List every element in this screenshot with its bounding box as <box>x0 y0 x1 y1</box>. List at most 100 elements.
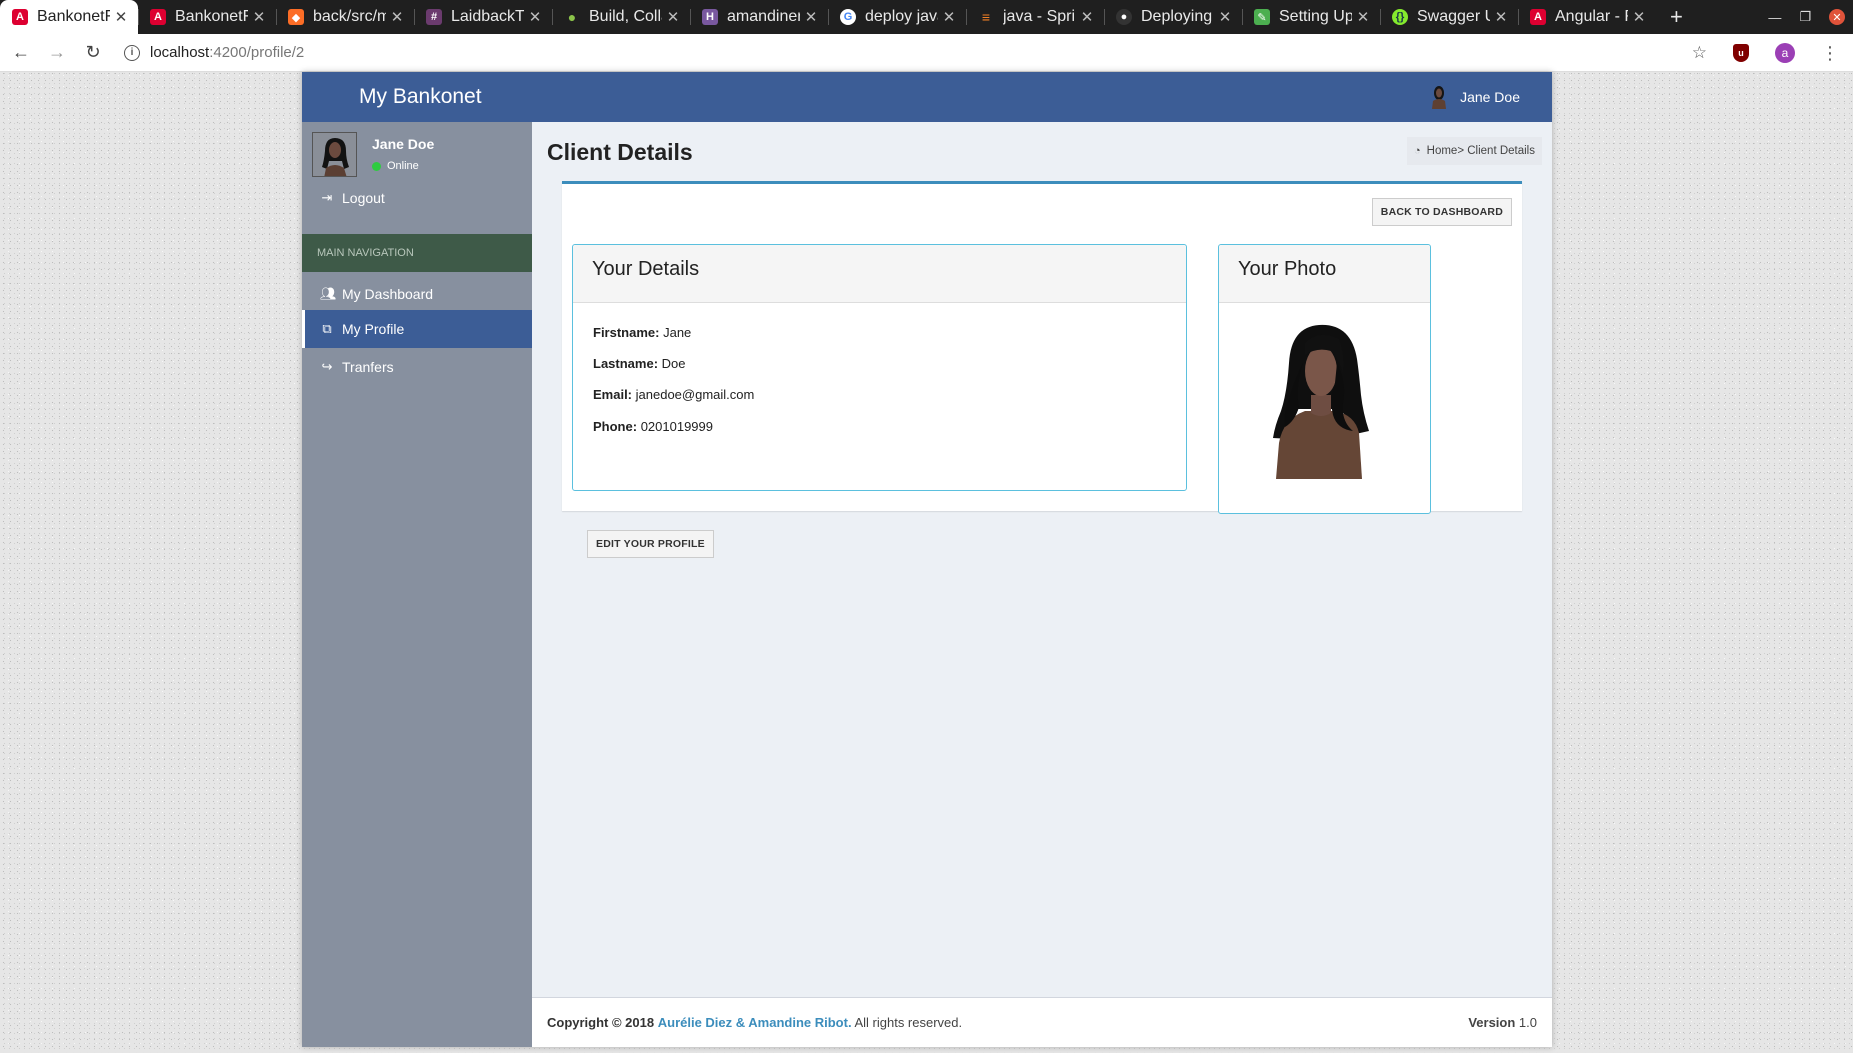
user-name: Jane Doe <box>1460 89 1520 105</box>
minimize-icon[interactable]: — <box>1768 10 1781 25</box>
profile-icon: ⧉ <box>322 321 332 336</box>
new-tab-button[interactable]: + <box>1656 0 1697 34</box>
close-icon[interactable]: ✕ <box>942 8 956 26</box>
window-close-icon[interactable]: ✕ <box>1829 9 1845 25</box>
stackoverflow-icon: ≡ <box>981 9 991 25</box>
sidebar-item-profile[interactable]: ⧉ My Profile <box>302 310 532 348</box>
star-icon[interactable]: ☆ <box>1692 43 1707 63</box>
tab-label: BankonetF <box>175 8 248 25</box>
field-email: Email: janedoe@gmail.com <box>593 387 754 402</box>
sidebar-item-label: Logout <box>342 190 385 206</box>
edit-profile-button[interactable]: EDIT YOUR PROFILE <box>587 530 714 558</box>
close-icon[interactable]: ✕ <box>528 8 542 26</box>
browser-tab-3[interactable]: ◆ back/src/m ✕ <box>276 0 414 34</box>
tab-label: deploy java <box>865 8 938 25</box>
forward-arrow-icon[interactable]: → <box>42 42 72 63</box>
status-badge: Online <box>372 160 434 172</box>
swagger-icon: {} <box>1392 9 1408 25</box>
tab-label: java - Sprin <box>1003 8 1076 25</box>
close-icon[interactable]: ✕ <box>114 8 128 26</box>
close-icon[interactable]: ✕ <box>666 8 680 26</box>
angular-icon: A <box>150 9 166 25</box>
close-icon[interactable]: ✕ <box>1494 8 1508 26</box>
version-label: Version <box>1468 1015 1516 1030</box>
client-details-box: BACK TO DASHBOARD Your Details Firstname… <box>562 181 1522 558</box>
sidebar-item-transfers[interactable]: ↪ Tranfers <box>302 348 532 386</box>
ublock-icon[interactable]: u <box>1733 44 1749 62</box>
tab-label: amandiner <box>727 8 800 25</box>
url-path: :4200/profile/2 <box>209 44 305 61</box>
field-value: 0201019999 <box>640 419 713 434</box>
sidebar-item-label: Tranfers <box>342 359 394 375</box>
window-controls: — ❐ ✕ <box>1768 0 1845 34</box>
url-field[interactable]: i localhost:4200/profile/2 <box>124 44 304 61</box>
browser-tab-9[interactable]: ● Deploying ✕ <box>1104 0 1242 34</box>
main-navigation-header: MAIN NAVIGATION <box>302 234 532 272</box>
restore-icon[interactable]: ❐ <box>1799 9 1811 25</box>
browser-tab-1[interactable]: A BankonetF ✕ <box>0 0 138 34</box>
copyright-text: Copyright © 2018 <box>547 1015 655 1030</box>
top-navbar: My Bankonet Jane Doe <box>302 72 1552 122</box>
browser-tab-7[interactable]: G deploy java ✕ <box>828 0 966 34</box>
angular-icon: A <box>1530 9 1546 25</box>
tab-label: back/src/m <box>313 8 386 25</box>
gitlab-icon: ◆ <box>288 9 304 25</box>
back-arrow-icon[interactable]: ← <box>6 42 36 63</box>
online-dot-icon <box>372 161 381 171</box>
user-panel: Jane Doe Online <box>312 132 434 177</box>
close-icon[interactable]: ✕ <box>1080 8 1094 26</box>
browser-tab-12[interactable]: A Angular - R ✕ <box>1518 0 1656 34</box>
user-menu[interactable]: Jane Doe <box>1430 85 1520 109</box>
footer: Copyright © 2018 Aurélie Diez & Amandine… <box>532 997 1552 1047</box>
info-icon[interactable]: i <box>124 44 140 61</box>
dashboard-icon: ◔ <box>1414 145 1421 157</box>
browser-tab-5[interactable]: ● Build, Colla ✕ <box>552 0 690 34</box>
reload-icon[interactable]: ↻ <box>78 42 108 63</box>
sidebar-user-name: Jane Doe <box>372 136 435 152</box>
slack-icon: # <box>426 9 442 25</box>
tab-label: Setting Up <box>1279 8 1352 25</box>
authors-link[interactable]: Aurélie Diez & Amandine Ribot. <box>658 1015 852 1030</box>
close-icon[interactable]: ✕ <box>390 8 404 26</box>
close-icon[interactable]: ✕ <box>1356 8 1370 26</box>
toolbar-right: ☆ u a ⋮ <box>1692 34 1839 72</box>
close-icon[interactable]: ✕ <box>252 8 266 26</box>
close-icon[interactable]: ✕ <box>804 8 818 26</box>
url-host: localhost <box>150 44 210 61</box>
field-value: Jane <box>663 325 692 340</box>
browser-tab-8[interactable]: ≡ java - Sprin ✕ <box>966 0 1104 34</box>
breadcrumb[interactable]: ◔ Home> Client Details <box>1407 137 1542 165</box>
browser-tab-4[interactable]: # LaidbackTl ✕ <box>414 0 552 34</box>
menu-icon[interactable]: ⋮ <box>1821 43 1839 64</box>
rights-text: All rights reserved. <box>854 1015 963 1030</box>
users-icon: 👥︎ <box>320 286 337 301</box>
page-title: Client Details <box>547 139 693 165</box>
details-panel: Your Details Firstname: Jane Lastname: D… <box>572 244 1187 491</box>
field-firstname: Firstname: Jane <box>593 325 691 340</box>
brand-logo[interactable]: My Bankonet <box>359 85 482 109</box>
field-value: Doe <box>661 356 686 371</box>
address-bar: ← → ↻ i localhost:4200/profile/2 ☆ u a ⋮ <box>0 34 1853 72</box>
browser-tab-11[interactable]: {} Swagger U ✕ <box>1380 0 1518 34</box>
heroku-icon: H <box>702 9 718 25</box>
tab-label: Build, Colla <box>589 8 662 25</box>
profile-avatar[interactable]: a <box>1775 43 1795 63</box>
close-icon[interactable]: ✕ <box>1218 8 1232 26</box>
google-icon: G <box>840 9 856 25</box>
avatar <box>1432 86 1447 109</box>
sign-out-icon: ⇥ <box>321 190 333 205</box>
share-icon: ↪ <box>321 359 333 374</box>
sidebar: Jane Doe Online ⇥ Logout MAIN NAVIGATION… <box>302 122 532 1047</box>
field-lastname: Lastname: Doe <box>593 356 686 371</box>
sidebar-item-logout[interactable]: ⇥ Logout <box>302 176 532 220</box>
field-label: Phone: <box>593 419 638 434</box>
browser-tab-10[interactable]: ✎ Setting Up ✕ <box>1242 0 1380 34</box>
back-to-dashboard-button[interactable]: BACK TO DASHBOARD <box>1371 198 1512 226</box>
browser-tab-6[interactable]: H amandiner ✕ <box>690 0 828 34</box>
tab-label: Swagger U <box>1417 8 1490 25</box>
close-icon[interactable]: ✕ <box>1632 8 1646 26</box>
github-icon: ● <box>1116 9 1132 25</box>
tab-label: LaidbackTl <box>451 8 524 25</box>
field-label: Lastname: <box>593 356 659 371</box>
browser-tab-2[interactable]: A BankonetF ✕ <box>138 0 276 34</box>
